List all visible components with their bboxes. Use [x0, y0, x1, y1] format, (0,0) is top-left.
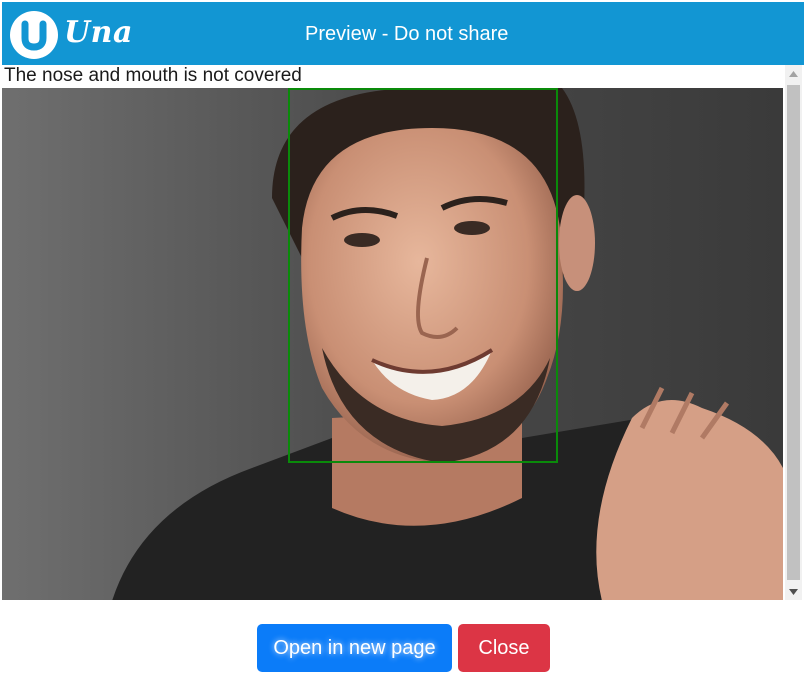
detection-message: The nose and mouth is not covered — [4, 65, 302, 86]
logo-wordmark: Una — [64, 15, 133, 50]
scroll-up-arrow-icon[interactable] — [785, 65, 802, 82]
open-in-new-page-button[interactable]: Open in new page — [257, 624, 452, 672]
app-header: Una Preview - Do not share — [2, 2, 804, 65]
una-logo-icon — [10, 11, 58, 59]
preview-photo — [2, 88, 783, 600]
preview-content[interactable]: The nose and mouth is not covered — [2, 65, 804, 600]
face-detection-box — [288, 88, 558, 463]
page-title: Preview - Do not share — [305, 23, 509, 45]
scrollbar-thumb[interactable] — [787, 85, 800, 580]
scroll-down-arrow-icon[interactable] — [785, 583, 802, 600]
close-button[interactable]: Close — [458, 624, 550, 672]
vertical-scrollbar[interactable] — [785, 65, 802, 600]
